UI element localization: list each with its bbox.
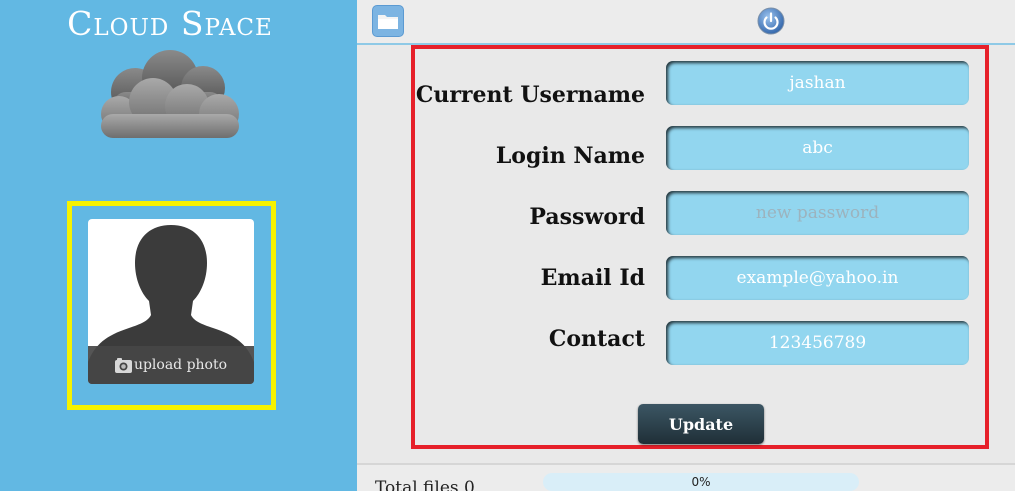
login-name-label: Login Name (495, 143, 645, 169)
cloud-logo-icon (101, 50, 239, 138)
app-title: Cloud Space (67, 4, 273, 43)
current-username-field[interactable] (666, 61, 969, 105)
update-button[interactable]: Update (638, 404, 764, 444)
contact-label: Contact (548, 326, 645, 352)
upload-photo-label: upload photo (133, 357, 228, 373)
login-name-field[interactable] (666, 126, 969, 170)
folder-icon[interactable] (372, 5, 404, 37)
top-bar (357, 0, 1015, 45)
sidebar: Cloud Space upload photo (0, 0, 357, 491)
email-field[interactable] (666, 256, 969, 300)
power-icon[interactable] (757, 7, 785, 35)
footer-bar: Total files 0 0% (357, 463, 1015, 491)
upload-photo-button[interactable]: upload photo (88, 346, 254, 384)
camera-icon (114, 357, 132, 373)
profile-photo[interactable]: upload photo (88, 219, 254, 384)
total-files-text: Total files 0 (375, 478, 475, 491)
current-username-label: Current Username (415, 82, 645, 108)
progress-percent: 0% (691, 475, 711, 489)
upload-progress-bar: 0% (543, 473, 859, 491)
password-field[interactable] (666, 191, 969, 235)
email-label: Email Id (540, 265, 645, 291)
contact-field[interactable] (666, 321, 969, 365)
password-label: Password (529, 204, 645, 230)
